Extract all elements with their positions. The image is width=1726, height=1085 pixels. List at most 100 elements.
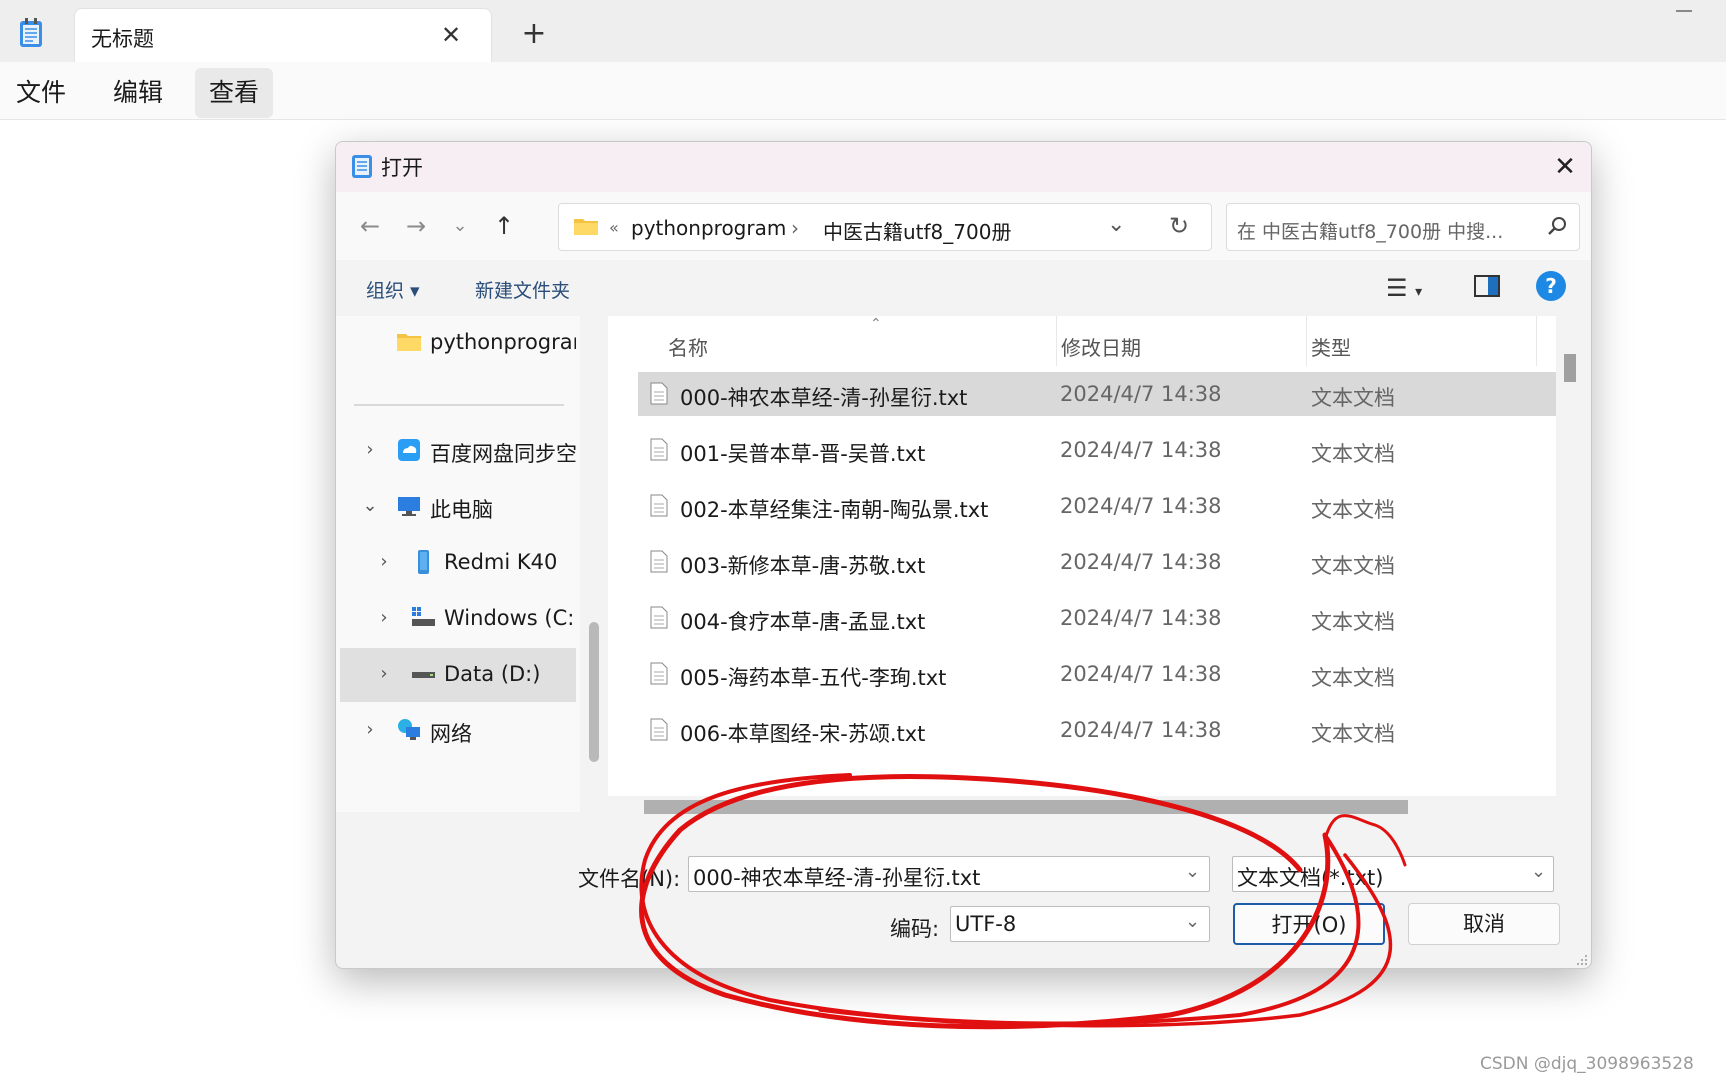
text-file-icon: [650, 662, 668, 685]
file-row[interactable]: 004-食疗本草-唐-孟显.txt 2024/4/7 14:38 文本文档: [638, 596, 1558, 640]
chevron-right-icon[interactable]: ›: [360, 439, 380, 460]
file-date: 2024/4/7 14:38: [1060, 382, 1222, 406]
dialog-toolbar: 组织 ▾ 新建文件夹 ☰ ▾ ?: [336, 260, 1591, 316]
filename-label: 文件名(N):: [578, 867, 681, 891]
search-box[interactable]: 在 中医古籍utf8_700册 中搜...: [1226, 203, 1580, 251]
nav-item-redmi-k40[interactable]: › Redmi K40: [340, 536, 576, 590]
file-row[interactable]: 003-新修本草-唐-苏敬.txt 2024/4/7 14:38 文本文档: [638, 540, 1558, 584]
nav-pane-scrollbar[interactable]: [586, 316, 602, 812]
file-list-vertical-scrollbar[interactable]: [1556, 316, 1582, 812]
file-name: 001-吴普本草-晋-吴普.txt: [680, 442, 926, 466]
filetype-select[interactable]: 文本文档(*.txt) ⌄: [1232, 856, 1554, 892]
chevron-down-icon[interactable]: ⌄: [1185, 911, 1200, 932]
open-button[interactable]: 打开(O): [1233, 903, 1385, 945]
preview-pane-icon[interactable]: [1474, 275, 1500, 297]
nav-item-baidu-netdisk[interactable]: › 百度网盘同步空间: [340, 424, 576, 478]
address-bar[interactable]: « pythonprogram › 中医古籍utf8_700册 ⌄ ↻: [558, 203, 1212, 251]
menu-file[interactable]: 文件: [2, 68, 80, 118]
nav-divider: [354, 404, 564, 406]
text-file-icon: [650, 550, 668, 573]
organize-button[interactable]: 组织 ▾: [366, 276, 420, 303]
forward-arrow-icon[interactable]: →: [400, 210, 432, 242]
file-date: 2024/4/7 14:38: [1060, 550, 1222, 574]
nav-item-pythonprogram[interactable]: pythonprogram: [340, 316, 576, 370]
file-row[interactable]: 006-本草图经-宋-苏颂.txt 2024/4/7 14:38 文本文档: [638, 708, 1558, 752]
folder-icon: [574, 219, 598, 235]
text-file-icon: [650, 382, 668, 405]
file-list-horizontal-scrollbar[interactable]: [608, 796, 1556, 814]
horizontal-scroll-thumb[interactable]: [644, 800, 1408, 814]
column-header-date[interactable]: 修改日期: [1061, 332, 1141, 361]
computer-icon: [398, 497, 420, 516]
chevron-down-icon[interactable]: ⌄: [1185, 861, 1200, 882]
search-input[interactable]: 在 中医古籍utf8_700册 中搜...: [1237, 217, 1503, 244]
text-file-icon: [650, 438, 668, 461]
nav-item-data-d[interactable]: › Data (D:): [340, 648, 576, 702]
column-separator[interactable]: [1536, 316, 1537, 366]
nav-item-this-pc[interactable]: ⌄ 此电脑: [340, 480, 576, 534]
vertical-scroll-thumb[interactable]: [1564, 354, 1576, 382]
file-row[interactable]: 002-本草经集注-南朝-陶弘景.txt 2024/4/7 14:38 文本文档: [638, 484, 1558, 528]
help-icon[interactable]: ?: [1536, 271, 1566, 301]
tab-title: 无标题: [91, 27, 154, 51]
file-name: 003-新修本草-唐-苏敬.txt: [680, 554, 926, 578]
chevron-right-icon[interactable]: ›: [374, 551, 394, 572]
menu-bar: 文件 编辑 查看: [0, 62, 1726, 120]
back-arrow-icon[interactable]: ←: [354, 210, 386, 242]
address-dropdown-icon[interactable]: ⌄: [1107, 212, 1125, 237]
file-row[interactable]: 005-海药本草-五代-李珣.txt 2024/4/7 14:38 文本文档: [638, 652, 1558, 696]
file-type: 文本文档: [1311, 442, 1395, 466]
sort-ascending-icon: ⌃: [870, 316, 882, 332]
minimize-icon[interactable]: [1676, 10, 1692, 12]
chevron-right-icon[interactable]: ›: [360, 719, 380, 740]
file-date: 2024/4/7 14:38: [1060, 662, 1222, 686]
file-row[interactable]: 001-吴普本草-晋-吴普.txt 2024/4/7 14:38 文本文档: [638, 428, 1558, 472]
recent-chevron-down-icon[interactable]: ⌄: [444, 210, 476, 242]
file-list: ⌃ 名称 修改日期 类型 000-神农本草经-清-孙星衍.txt 2024/4/…: [608, 316, 1558, 812]
nav-item-windows-c[interactable]: › Windows (C:): [340, 592, 576, 646]
close-icon[interactable]: ✕: [1548, 150, 1582, 184]
chevron-down-icon[interactable]: ⌄: [360, 495, 380, 516]
new-folder-button[interactable]: 新建文件夹: [475, 276, 570, 303]
file-type: 文本文档: [1311, 386, 1395, 410]
column-separator[interactable]: [1306, 316, 1307, 366]
tab-untitled[interactable]: 无标题 ✕: [74, 8, 492, 62]
resize-grip-icon[interactable]: [1576, 954, 1588, 966]
folder-icon: [397, 334, 421, 351]
view-options-icon[interactable]: ☰ ▾: [1386, 274, 1422, 302]
nav-item-network[interactable]: › 网络: [340, 704, 576, 758]
cancel-button[interactable]: 取消: [1408, 903, 1560, 945]
navigation-bar: ← → ⌄ ↑ « pythonprogram › 中医古籍utf8_700册 …: [336, 192, 1591, 260]
navigation-pane: pythonprogram › 百度网盘同步空间 ⌄ 此电脑 › Redmi K…: [336, 316, 580, 812]
new-tab-icon[interactable]: +: [518, 18, 550, 50]
text-file-icon: [650, 606, 668, 629]
menu-view[interactable]: 查看: [195, 68, 274, 118]
watermark: CSDN @djq_3098963528: [1480, 1054, 1694, 1074]
column-header-name[interactable]: 名称: [668, 332, 708, 361]
filename-input[interactable]: 000-神农本草经-清-孙星衍.txt ⌄: [688, 856, 1210, 892]
breadcrumb-item-current[interactable]: 中医古籍utf8_700册: [823, 216, 1011, 245]
drive-icon: [412, 607, 435, 626]
column-header-type[interactable]: 类型: [1311, 332, 1351, 361]
tab-close-icon[interactable]: ✕: [435, 19, 467, 51]
file-name: 006-本草图经-宋-苏颂.txt: [680, 722, 926, 746]
up-arrow-icon[interactable]: ↑: [488, 210, 520, 242]
breadcrumb-separator-icon[interactable]: ›: [791, 216, 799, 240]
file-type: 文本文档: [1311, 554, 1395, 578]
breadcrumb-item-pythonprogram[interactable]: pythonprogram: [631, 216, 786, 240]
breadcrumb-overflow[interactable]: «: [609, 218, 619, 237]
file-name: 000-神农本草经-清-孙星衍.txt: [680, 386, 968, 410]
file-row[interactable]: 000-神农本草经-清-孙星衍.txt 2024/4/7 14:38 文本文档: [638, 372, 1558, 416]
file-type: 文本文档: [1311, 610, 1395, 634]
nav-pane-scroll-thumb[interactable]: [589, 622, 599, 762]
chevron-right-icon[interactable]: ›: [374, 607, 394, 628]
search-icon[interactable]: [1545, 214, 1569, 238]
menu-edit[interactable]: 编辑: [99, 68, 177, 118]
dialog-title: 打开: [381, 156, 423, 180]
chevron-down-icon[interactable]: ⌄: [1531, 861, 1546, 882]
encoding-select[interactable]: UTF-8 ⌄: [950, 906, 1210, 942]
notepad-icon: [352, 155, 372, 178]
refresh-icon[interactable]: ↻: [1169, 212, 1189, 240]
column-separator[interactable]: [1056, 316, 1057, 366]
chevron-right-icon[interactable]: ›: [374, 663, 394, 684]
